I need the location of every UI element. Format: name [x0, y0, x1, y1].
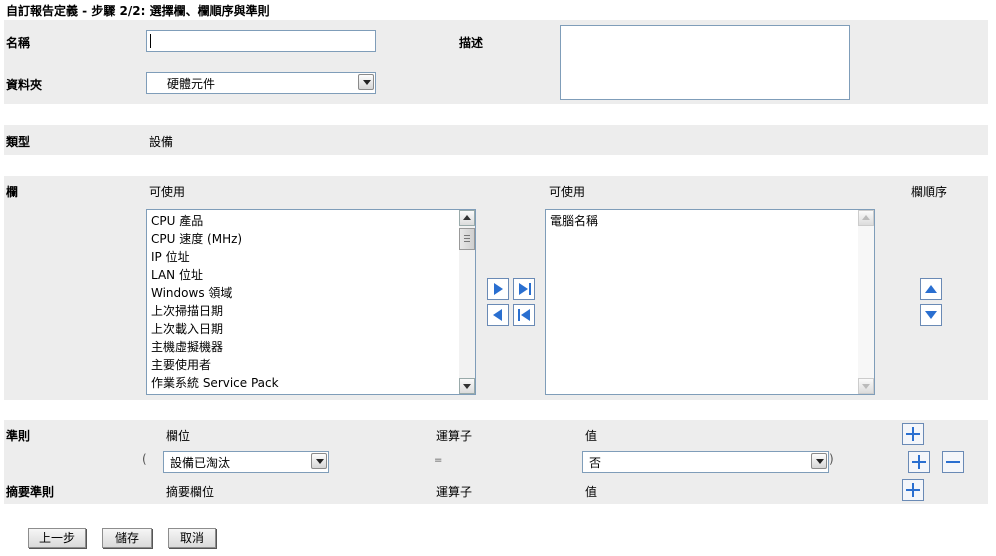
available-list-scrollbar[interactable] — [459, 210, 475, 394]
type-label: 類型 — [6, 135, 31, 149]
move-right-button[interactable] — [487, 278, 509, 300]
move-all-left-button[interactable] — [513, 304, 535, 326]
scroll-down-icon[interactable] — [459, 378, 475, 394]
available-columns-header: 可使用 — [149, 185, 186, 199]
selected-columns-header: 可使用 — [549, 185, 586, 199]
chevron-down-icon[interactable] — [311, 453, 327, 469]
save-button[interactable]: 儲存 — [102, 528, 152, 548]
minus-icon — [946, 461, 960, 463]
folder-label: 資料夾 — [6, 78, 43, 92]
type-value: 設備 — [149, 135, 174, 149]
chevron-down-icon[interactable] — [358, 74, 374, 90]
columns-label: 欄 — [6, 185, 19, 199]
criteria-operator-header: 運算子 — [436, 429, 473, 443]
summary-criteria-label: 摘要準則 — [6, 485, 55, 499]
bar-icon — [529, 283, 531, 295]
scroll-up-icon[interactable] — [459, 210, 475, 226]
list-item[interactable]: 主機虛擬機器 — [147, 338, 459, 356]
name-label: 名稱 — [6, 36, 31, 50]
folder-select[interactable]: 硬體元件 — [146, 72, 376, 94]
criteria-value-select[interactable]: 否 — [582, 451, 829, 473]
arrow-up-icon — [925, 285, 937, 293]
move-down-button[interactable] — [920, 304, 942, 326]
summary-field-header: 摘要欄位 — [166, 485, 215, 499]
list-item[interactable]: LAN 位址 — [147, 266, 459, 284]
arrow-down-icon — [925, 311, 937, 319]
cancel-button[interactable]: 取消 — [168, 528, 216, 548]
selected-columns-items: 電腦名稱 — [546, 212, 858, 230]
summary-value-header: 值 — [585, 485, 598, 499]
scroll-down-icon[interactable] — [858, 378, 874, 394]
add-criteria-group-button[interactable] — [902, 423, 924, 445]
column-order-header: 欄順序 — [911, 185, 948, 199]
back-button[interactable]: 上一步 — [28, 528, 86, 548]
criteria-operator: = — [434, 455, 443, 466]
list-item[interactable]: CPU 速度 (MHz) — [147, 230, 459, 248]
criteria-value-header: 值 — [585, 429, 598, 443]
folder-select-value: 硬體元件 — [167, 77, 216, 91]
page-title: 自訂報告定義 - 步驟 2/2: 選擇欄、欄順序與準則 — [6, 4, 270, 18]
close-paren: ) — [829, 452, 834, 466]
list-item[interactable]: 上次掃描日期 — [147, 302, 459, 320]
move-left-button[interactable] — [487, 304, 509, 326]
criteria-field-value: 設備已淘汰 — [170, 456, 231, 470]
remove-criteria-button[interactable] — [942, 451, 964, 473]
list-item[interactable]: IP 位址 — [147, 248, 459, 266]
open-paren: ( — [142, 452, 147, 466]
text-cursor — [150, 34, 151, 48]
available-columns-items: CPU 產品 CPU 速度 (MHz) IP 位址 LAN 位址 Windows… — [147, 212, 459, 392]
criteria-value-value: 否 — [589, 456, 602, 470]
arrow-left-end-icon — [521, 309, 530, 321]
move-up-button[interactable] — [920, 278, 942, 300]
list-item[interactable]: 作業系統 Service Pack — [147, 374, 459, 392]
selected-columns-list[interactable]: 電腦名稱 — [545, 209, 875, 395]
list-item[interactable]: CPU 產品 — [147, 212, 459, 230]
chevron-down-icon[interactable] — [811, 453, 827, 469]
name-input[interactable] — [146, 30, 376, 52]
list-item[interactable]: 主要使用者 — [147, 356, 459, 374]
move-all-right-button[interactable] — [513, 278, 535, 300]
scroll-thumb[interactable] — [459, 228, 475, 250]
description-textarea[interactable] — [560, 25, 850, 100]
list-item[interactable]: 上次載入日期 — [147, 320, 459, 338]
list-item[interactable]: 電腦名稱 — [546, 212, 858, 230]
arrow-left-icon — [493, 309, 502, 321]
criteria-label: 準則 — [6, 429, 31, 443]
bar-icon — [518, 309, 520, 321]
summary-operator-header: 運算子 — [436, 485, 473, 499]
description-label: 描述 — [459, 36, 484, 50]
criteria-field-select[interactable]: 設備已淘汰 — [163, 451, 329, 473]
scroll-up-icon[interactable] — [858, 210, 874, 226]
arrow-right-icon — [494, 283, 503, 295]
arrow-right-end-icon — [519, 283, 528, 295]
criteria-section — [4, 420, 988, 504]
selected-list-scrollbar[interactable] — [858, 210, 874, 394]
add-criteria-button[interactable] — [908, 451, 930, 473]
add-summary-criteria-button[interactable] — [902, 479, 924, 501]
criteria-field-header: 欄位 — [166, 429, 191, 443]
list-item[interactable]: Windows 領域 — [147, 284, 459, 302]
available-columns-list[interactable]: CPU 產品 CPU 速度 (MHz) IP 位址 LAN 位址 Windows… — [146, 209, 476, 395]
